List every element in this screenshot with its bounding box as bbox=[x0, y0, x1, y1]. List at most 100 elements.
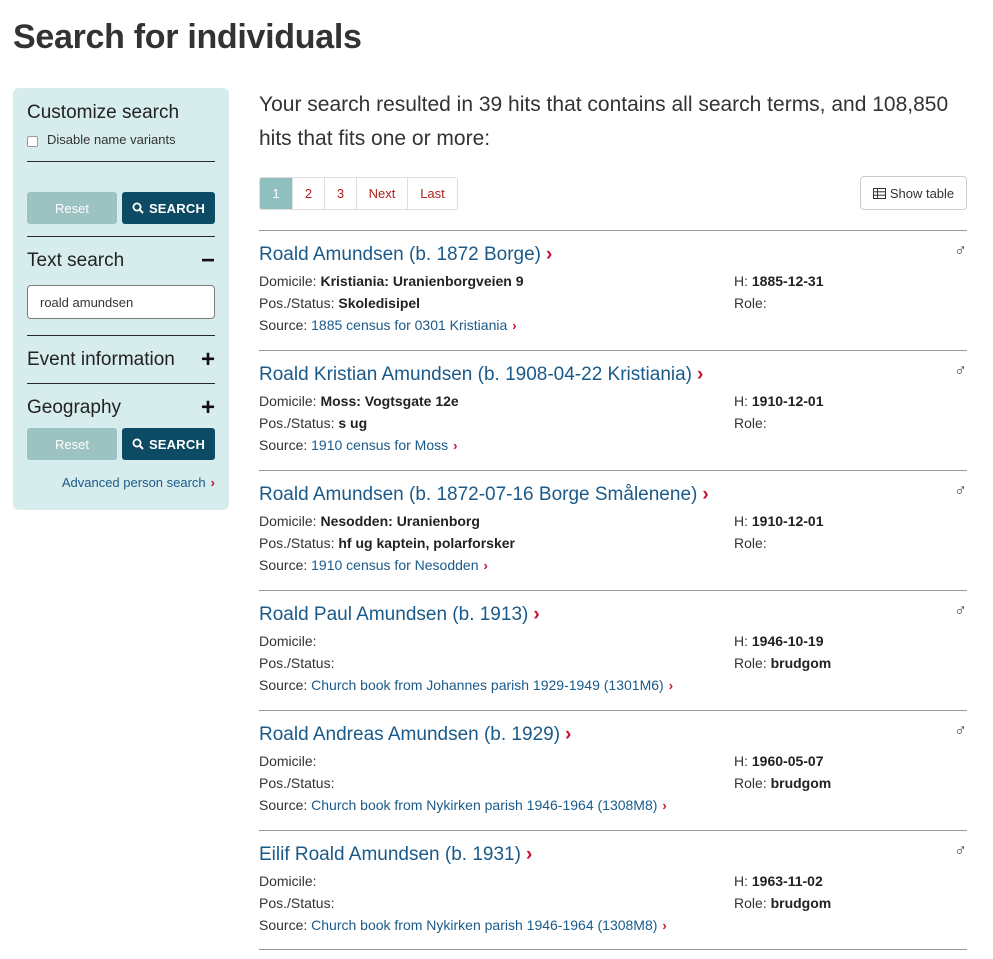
chevron-right-icon: › bbox=[697, 364, 704, 385]
h-row: H: 1963-11-02 bbox=[734, 873, 823, 889]
result-name: Roald Amundsen (b. 1872 Borge) bbox=[259, 244, 542, 265]
result-name: Roald Amundsen (b. 1872-07-16 Borge Smål… bbox=[259, 484, 698, 505]
page-link-last[interactable]: Last bbox=[408, 178, 457, 209]
text-search-input[interactable]: roald amundsen bbox=[27, 285, 215, 319]
divider bbox=[27, 236, 215, 237]
result-name-link[interactable]: Roald Paul Amundsen (b. 1913) › bbox=[259, 604, 540, 626]
table-icon bbox=[872, 187, 886, 199]
domicile-value: Kristiania: Uranienborgveien 9 bbox=[320, 273, 524, 289]
page-link-1[interactable]: 1 bbox=[260, 178, 293, 209]
source-link[interactable]: 1910 census for Nesodden › bbox=[311, 557, 488, 573]
status-row: Pos./Status: bbox=[259, 655, 334, 671]
male-icon: ♂ bbox=[954, 361, 967, 380]
result-item: Roald Paul Amundsen (b. 1913) › ♂ Domicil… bbox=[259, 590, 967, 710]
show-table-button[interactable]: Show table bbox=[860, 176, 967, 210]
domicile-row: Domicile: bbox=[259, 873, 317, 889]
result-item: Roald Andreas Amundsen (b. 1929) › ♂ Domi… bbox=[259, 710, 967, 830]
page-link-3[interactable]: 3 bbox=[325, 178, 357, 209]
source-label: Source: bbox=[259, 677, 308, 693]
source-row: Source: 1885 census for 0301 Kristiania › bbox=[259, 317, 517, 333]
text-search-section-header[interactable]: Text search − bbox=[27, 249, 215, 273]
source-row: Source: Church book from Nykirken parish… bbox=[259, 917, 667, 933]
divider bbox=[27, 161, 215, 162]
result-name: Roald Paul Amundsen (b. 1913) bbox=[259, 604, 529, 625]
page-link-2[interactable]: 2 bbox=[293, 178, 325, 209]
source-label: Source: bbox=[259, 437, 308, 453]
h-row: H: 1960-05-07 bbox=[734, 753, 824, 769]
h-value: 1910-12-01 bbox=[751, 393, 824, 409]
result-item: Roald Kristian Amundsen (b. 1908-04-22 K… bbox=[259, 350, 967, 470]
male-icon: ♂ bbox=[954, 721, 967, 740]
expand-icon[interactable]: + bbox=[201, 396, 215, 420]
chevron-right-icon: › bbox=[546, 244, 553, 265]
h-label: H: bbox=[734, 513, 748, 529]
result-name: Eilif Roald Amundsen (b. 1931) bbox=[259, 844, 521, 865]
status-value: hf ug kaptein, polarforsker bbox=[338, 535, 515, 551]
role-label: Role: bbox=[734, 535, 767, 551]
source-link[interactable]: Church book from Nykirken parish 1946-19… bbox=[311, 797, 667, 813]
collapse-icon[interactable]: − bbox=[201, 249, 215, 273]
chevron-right-icon: › bbox=[662, 918, 667, 933]
h-label: H: bbox=[734, 273, 748, 289]
pagination: 1 2 3 Next Last bbox=[259, 177, 458, 210]
status-row: Pos./Status: bbox=[259, 775, 334, 791]
geography-section-header[interactable]: Geography + bbox=[27, 396, 215, 420]
h-row: H: 1910-12-01 bbox=[734, 393, 824, 409]
result-name-link[interactable]: Roald Amundsen (b. 1872 Borge) › bbox=[259, 244, 552, 266]
button-row-top: Reset SEARCH bbox=[27, 192, 215, 224]
role-row: Role: brudgom bbox=[734, 775, 831, 791]
status-row: Pos./Status: s ug bbox=[259, 415, 367, 431]
status-row: Pos./Status: bbox=[259, 895, 334, 911]
result-name-link[interactable]: Roald Kristian Amundsen (b. 1908-04-22 K… bbox=[259, 364, 703, 386]
result-name-link[interactable]: Eilif Roald Amundsen (b. 1931) › bbox=[259, 844, 532, 866]
customize-search-heading: Customize search bbox=[27, 102, 180, 123]
search-button-bottom[interactable]: SEARCH bbox=[122, 428, 215, 460]
domicile-row: Domicile: bbox=[259, 633, 317, 649]
source-link[interactable]: 1885 census for 0301 Kristiania › bbox=[311, 317, 516, 333]
results-list: Roald Amundsen (b. 1872 Borge) › ♂ Domici… bbox=[259, 230, 967, 950]
results-summary: Your search resulted in 39 hits that con… bbox=[259, 93, 949, 150]
disable-name-variants-row[interactable]: Disable name variants bbox=[27, 132, 215, 147]
source-row: Source: 1910 census for Moss › bbox=[259, 437, 457, 453]
source-link[interactable]: 1910 census for Moss › bbox=[311, 437, 457, 453]
reset-button-top[interactable]: Reset bbox=[27, 192, 117, 224]
source-link[interactable]: Church book from Johannes parish 1929-19… bbox=[311, 677, 673, 693]
source-link[interactable]: Church book from Nykirken parish 1946-19… bbox=[311, 917, 667, 933]
role-row: Role: bbox=[734, 295, 767, 311]
expand-icon[interactable]: + bbox=[201, 348, 215, 372]
result-name: Roald Kristian Amundsen (b. 1908-04-22 K… bbox=[259, 364, 693, 385]
result-name: Roald Andreas Amundsen (b. 1929) bbox=[259, 724, 561, 745]
disable-name-variants-checkbox[interactable] bbox=[27, 135, 38, 147]
status-label: Pos./Status: bbox=[259, 295, 335, 311]
h-value: 1946-10-19 bbox=[751, 633, 824, 649]
domicile-label: Domicile: bbox=[259, 753, 317, 769]
event-information-heading: Event information bbox=[27, 349, 175, 370]
chevron-right-icon: › bbox=[668, 678, 674, 693]
domicile-row: Domicile: Nesodden: Uranienborg bbox=[259, 513, 480, 529]
h-label: H: bbox=[734, 753, 748, 769]
male-icon: ♂ bbox=[954, 601, 967, 620]
event-information-section-header[interactable]: Event information + bbox=[27, 348, 215, 372]
role-label: Role: bbox=[734, 295, 767, 311]
male-icon: ♂ bbox=[954, 481, 967, 500]
show-table-label: Show table bbox=[889, 185, 955, 201]
search-button-top[interactable]: SEARCH bbox=[122, 192, 215, 224]
domicile-row: Domicile: Kristiania: Uranienborgveien 9 bbox=[259, 273, 524, 289]
advanced-person-search-link[interactable]: Advanced person search › bbox=[27, 475, 215, 490]
chevron-right-icon: › bbox=[662, 798, 667, 813]
role-label: Role: bbox=[734, 415, 767, 431]
role-row: Role: brudgom bbox=[734, 655, 831, 671]
source-row: Source: 1910 census for Nesodden › bbox=[259, 557, 488, 573]
source-label: Source: bbox=[259, 317, 308, 333]
result-name-link[interactable]: Roald Andreas Amundsen (b. 1929) › bbox=[259, 724, 571, 746]
page-link-next[interactable]: Next bbox=[357, 178, 408, 209]
status-label: Pos./Status: bbox=[259, 775, 335, 791]
source-link-text: Church book from Nykirken parish 1946-19… bbox=[311, 797, 658, 813]
source-label: Source: bbox=[259, 917, 308, 933]
reset-button-bottom[interactable]: Reset bbox=[27, 428, 117, 460]
domicile-row: Domicile: Moss: Vogtsgate 12e bbox=[259, 393, 459, 409]
button-row-bottom: Reset SEARCH bbox=[27, 428, 215, 460]
result-name-link[interactable]: Roald Amundsen (b. 1872-07-16 Borge Smål… bbox=[259, 484, 709, 506]
result-item: Roald Amundsen (b. 1872 Borge) › ♂ Domici… bbox=[259, 230, 967, 350]
divider bbox=[27, 335, 215, 336]
